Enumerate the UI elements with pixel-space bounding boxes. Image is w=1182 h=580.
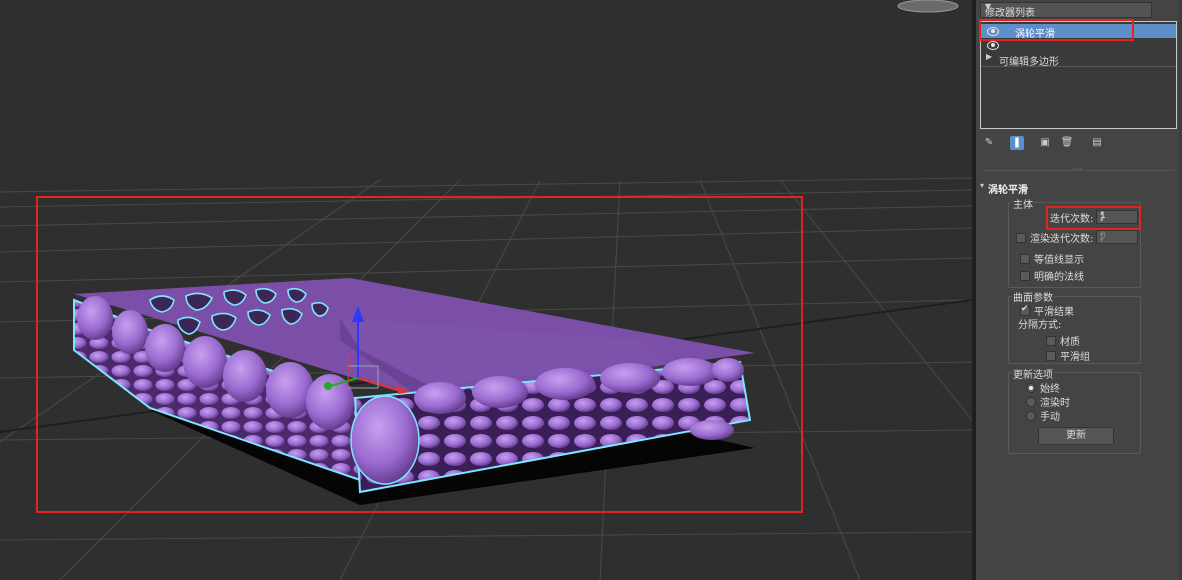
stack-highlight-box — [979, 19, 1134, 41]
viewcube-icon — [897, 0, 959, 13]
smooth-result-checkbox[interactable] — [1020, 304, 1030, 316]
surface-group-label: 曲面参数 — [1012, 289, 1054, 304]
main-group-label: 主体 — [1012, 196, 1034, 211]
stack-toolbar: ✎ ❚ ▣ 🗑 ▤ — [982, 136, 1172, 150]
eye-icon[interactable] — [987, 41, 999, 50]
smoothing-groups-checkbox[interactable] — [1046, 351, 1056, 361]
viewport-highlight-box — [36, 196, 803, 513]
manually-label: 手动 — [1040, 412, 1060, 423]
materials-checkbox[interactable] — [1046, 336, 1056, 346]
materials-label: 材质 — [1060, 337, 1080, 348]
iterations-highlight-box — [1046, 206, 1141, 230]
rollout-turbosmooth-header[interactable]: ▾ 涡轮平滑 — [980, 180, 1175, 196]
perspective-viewport[interactable] — [0, 0, 972, 580]
stack-item-editable-poly[interactable]: ▶ 可编辑多边形 — [981, 52, 1176, 68]
explicit-normals-checkbox[interactable] — [1020, 271, 1030, 281]
render-iters-label: 渲染迭代次数: — [1030, 234, 1094, 245]
separate-by-label: 分隔方式: — [1018, 320, 1062, 331]
isoline-label: 等值线显示 — [1034, 255, 1084, 266]
always-label: 始终 — [1040, 384, 1060, 395]
update-button[interactable]: 更新 — [1038, 427, 1114, 445]
pin-stack-icon[interactable]: ✎ — [982, 136, 996, 150]
panel-divider[interactable]: ···· — [982, 165, 1174, 174]
spinner-arrows-icon[interactable]: ▴ ▾ — [1100, 230, 1135, 244]
smoothing-groups-label: 平滑组 — [1060, 352, 1090, 363]
render-iters-checkbox[interactable] — [1016, 233, 1026, 243]
isoline-checkbox[interactable] — [1020, 254, 1030, 264]
rollout-title: 涡轮平滑 — [988, 185, 1028, 196]
render-iters-spinner[interactable]: 0 ▴ ▾ — [1096, 230, 1138, 244]
when-rendering-radio[interactable] — [1026, 397, 1036, 407]
make-unique-icon[interactable]: ▣ — [1038, 136, 1052, 150]
explicit-normals-label: 明确的法线 — [1034, 272, 1084, 283]
collapse-icon[interactable]: ▾ — [980, 181, 984, 190]
chevron-down-icon: ▼ — [985, 2, 992, 11]
show-end-result-icon[interactable]: ❚ — [1010, 136, 1024, 150]
manually-radio[interactable] — [1026, 411, 1036, 421]
update-group-label: 更新选项 — [1012, 366, 1054, 381]
remove-modifier-icon[interactable]: 🗑 — [1060, 136, 1074, 150]
stack-item-label: 可编辑多边形 — [999, 57, 1059, 68]
modifier-list-dropdown[interactable]: 修改器列表 ▼ — [980, 2, 1152, 19]
expand-arrow-icon[interactable]: ▶ — [986, 52, 992, 61]
always-radio[interactable] — [1026, 383, 1036, 393]
when-rendering-label: 渲染时 — [1040, 398, 1070, 409]
configure-sets-icon[interactable]: ▤ — [1090, 136, 1104, 150]
modify-panel: 修改器列表 ▼ 涡轮平滑 ▶ 可编辑多边形 ✎ ❚ ▣ 🗑 ▤ ···· ▾ 涡… — [976, 0, 1182, 580]
app-window: 修改器列表 ▼ 涡轮平滑 ▶ 可编辑多边形 ✎ ❚ ▣ 🗑 ▤ ···· ▾ 涡… — [0, 0, 1182, 580]
